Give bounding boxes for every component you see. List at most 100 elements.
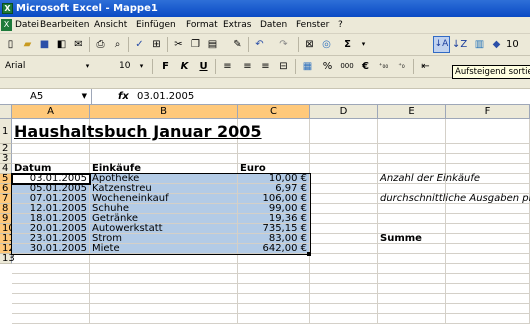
undo-icon[interactable]: ↶ [252,37,267,52]
grid-cell[interactable] [310,284,378,294]
zoom-value[interactable]: 10 [506,37,526,52]
grid-cell[interactable] [238,304,310,314]
table-cell-date[interactable]: 30.01.2005 [12,244,90,254]
grid-cell[interactable] [90,274,238,284]
grid-cell[interactable] [90,264,238,274]
increase-decimal-icon[interactable]: ⁺₀₀ [376,59,391,74]
name-box-dropdown-icon[interactable]: ▼ [82,89,87,104]
grid-cell[interactable] [90,314,238,324]
save-icon[interactable]: ■ [37,37,52,52]
decrease-decimal-icon[interactable]: ⁺₀ [394,59,409,74]
insert-function-icon[interactable]: fx [118,89,129,104]
grid-cell[interactable] [238,254,310,264]
grid-cell[interactable] [378,119,446,144]
new-document-icon[interactable]: ▯ [3,37,18,52]
grid-cell[interactable] [378,304,446,314]
grid-cell[interactable] [310,244,378,254]
permission-icon[interactable]: ◧ [54,37,69,52]
grid-cell[interactable] [310,314,378,324]
grid-cell[interactable] [310,264,378,274]
grid-cell[interactable] [310,274,378,284]
menu-fenster[interactable]: Fenster [296,20,329,31]
grid-cell[interactable] [12,294,90,304]
grid-cell[interactable] [310,234,378,244]
grid-cell[interactable] [238,294,310,304]
grid-cell[interactable] [90,254,238,264]
grid-cell[interactable] [378,314,446,324]
align-center-icon[interactable]: ≡ [240,59,255,74]
select-all-corner[interactable] [0,105,12,119]
grid-cell[interactable] [12,144,90,154]
grid-cell[interactable] [238,314,310,324]
grid-cell[interactable] [310,254,378,264]
paste-icon[interactable]: ▤ [205,37,220,52]
grid-cell[interactable] [446,264,530,274]
print-icon[interactable]: ⎙ [93,37,108,52]
drawing-icon[interactable]: ◆ [489,37,504,52]
autosum-icon[interactable]: Σ [340,37,355,52]
grid-cell[interactable] [90,284,238,294]
grid-cell[interactable] [310,224,378,234]
label-durchschnitt[interactable]: durchschnittliche Ausgaben pro [378,194,530,204]
chart-wizard-icon[interactable]: ▥ [472,37,487,52]
grid-cell[interactable] [446,154,530,164]
underline-button[interactable]: U [196,59,211,74]
grid-cell[interactable] [12,274,90,284]
grid-cell[interactable] [378,294,446,304]
grid-cell[interactable] [12,264,90,274]
menu-datei[interactable]: Datei [15,20,39,31]
grid-cell[interactable] [446,304,530,314]
spelling-icon[interactable]: ✓ [132,37,147,52]
grid-cell[interactable] [310,119,378,144]
font-name-dropdown-icon[interactable]: ▾ [82,60,93,73]
column-header-a[interactable]: A [12,105,90,119]
grid-cell[interactable] [446,284,530,294]
format-painter-icon[interactable]: ✎ [230,37,245,52]
grid-cell[interactable] [446,214,530,224]
grid-cell[interactable] [238,264,310,274]
menu-bearbeiten[interactable]: Bearbeiten [40,20,89,31]
grid-cell[interactable] [12,314,90,324]
column-header-d[interactable]: D [310,105,378,119]
decrease-indent-icon[interactable]: ⇤ [418,59,433,74]
grid-cell[interactable] [310,194,378,204]
grid-cell[interactable] [378,204,446,214]
grid-cell[interactable] [378,214,446,224]
grid-cell[interactable] [310,154,378,164]
grid-cell[interactable] [12,304,90,314]
grid-cell[interactable] [310,144,378,154]
autosum-dropdown-icon[interactable]: ▾ [356,37,371,52]
grid-cell[interactable] [238,144,310,154]
redo-icon[interactable]: ↷ [276,37,291,52]
print-preview-icon[interactable]: ⌕ [110,37,125,52]
open-folder-icon[interactable]: ▰ [20,37,35,52]
fill-handle[interactable] [307,252,311,256]
grid-cell[interactable] [446,224,530,234]
grid-cell[interactable] [90,294,238,304]
grid-cell[interactable] [90,304,238,314]
font-size-dropdown-icon[interactable]: ▾ [136,60,147,73]
grid-cell[interactable] [446,314,530,324]
align-right-icon[interactable]: ≡ [258,59,273,74]
copy-icon[interactable]: ❐ [188,37,203,52]
grid-cell[interactable] [446,294,530,304]
grid-cell[interactable] [446,119,530,144]
percent-style-button[interactable]: % [320,59,335,74]
grid-cell[interactable] [446,274,530,284]
row-header[interactable]: 1 [0,119,12,144]
grid-cell[interactable] [238,284,310,294]
grid-cell[interactable] [378,274,446,284]
bold-button[interactable]: F [158,59,173,74]
thousands-separator-button[interactable]: 000 [338,59,356,74]
sort-descending-icon[interactable]: ↓Z [452,37,467,52]
sheet-title[interactable]: Haushaltsbuch Januar 2005 [12,119,310,144]
grid-cell[interactable] [378,254,446,264]
grid-cell[interactable] [310,294,378,304]
grid-cell[interactable] [90,144,238,154]
grid-cell[interactable] [310,304,378,314]
formula-input[interactable]: 03.01.2005 [137,89,194,104]
column-header-f[interactable]: F [446,105,530,119]
menu-einfuegen[interactable]: Einfügen [136,20,176,31]
align-left-icon[interactable]: ≡ [220,59,235,74]
menu-extras[interactable]: Extras [223,20,251,31]
